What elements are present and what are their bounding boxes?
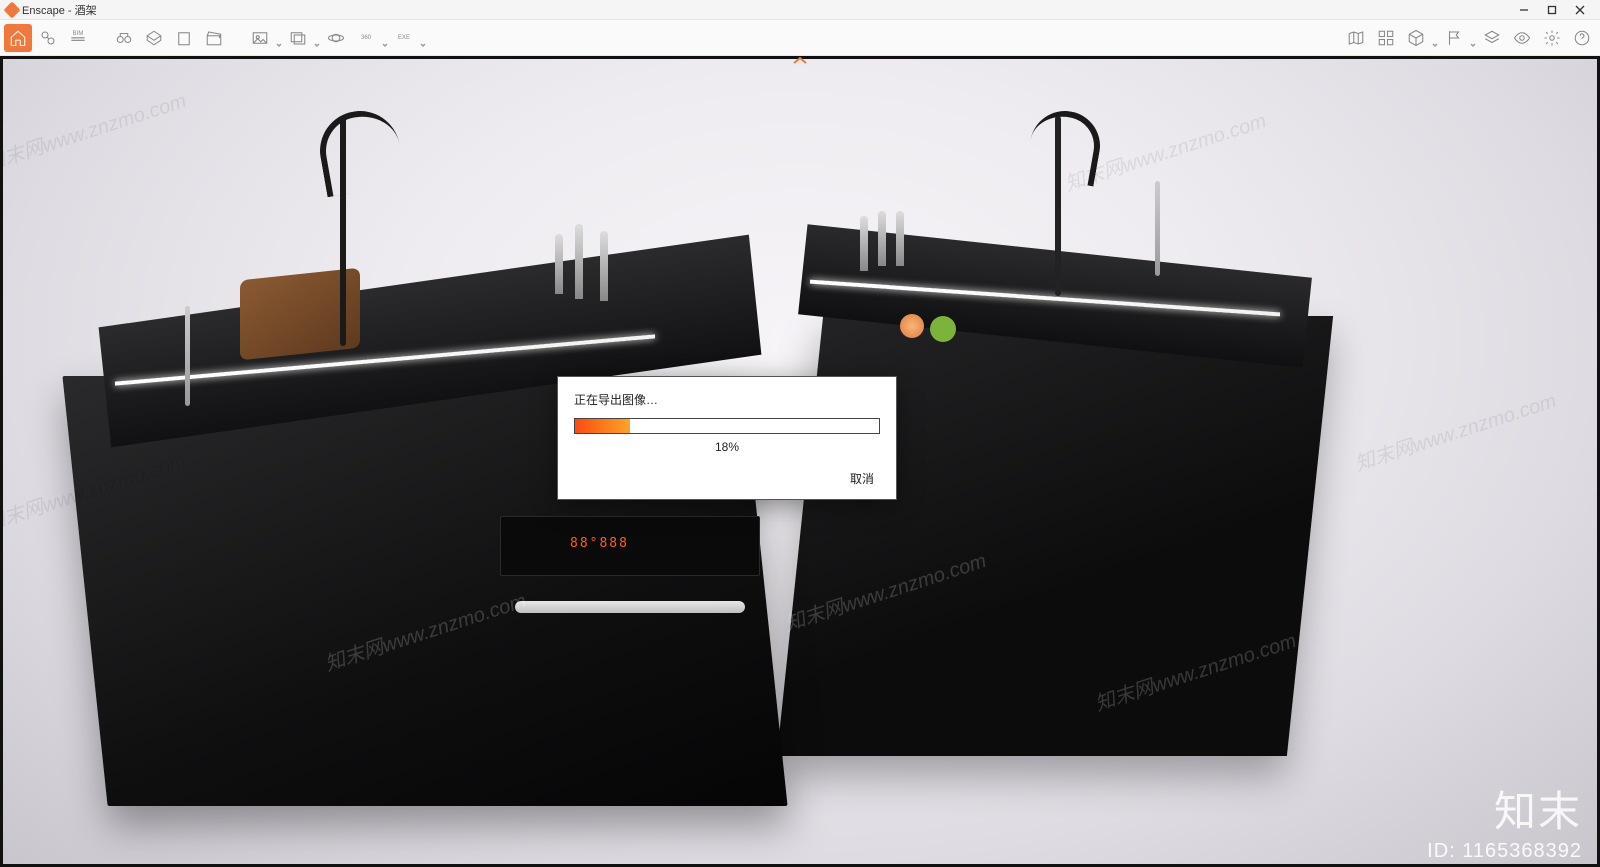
app-logo-icon: [4, 1, 21, 18]
fruit-icon: [930, 316, 956, 342]
expand-toolbar-chevron-icon[interactable]: [791, 56, 809, 72]
title-sep: -: [65, 5, 75, 17]
app-name: Enscape: [22, 5, 65, 17]
export-batch-icon[interactable]: [284, 24, 312, 52]
progress-fill: [575, 419, 630, 433]
dialog-title: 正在导出图像…: [574, 391, 880, 408]
layers-icon[interactable]: [1478, 24, 1506, 52]
flag-icon[interactable]: [1440, 24, 1468, 52]
appliance-panel: [500, 516, 760, 576]
fruit-icon: [900, 314, 924, 338]
chevron-down-icon[interactable]: [382, 35, 388, 41]
titlebar: Enscape - 酒架: [0, 0, 1600, 20]
minimize-button[interactable]: [1510, 1, 1538, 19]
toolbar: BIM 360 EXE: [0, 20, 1600, 56]
knife-icon: [555, 234, 563, 294]
knife-icon: [878, 211, 886, 266]
link-icon[interactable]: [34, 24, 62, 52]
maximize-button[interactable]: [1538, 1, 1566, 19]
small-faucet: [185, 306, 190, 406]
chevron-down-icon[interactable]: [1470, 35, 1476, 41]
window-title: Enscape - 酒架: [22, 2, 97, 18]
cancel-button[interactable]: 取消: [844, 468, 880, 489]
binoculars-icon[interactable]: [110, 24, 138, 52]
small-faucet: [1155, 181, 1160, 276]
knife-icon: [860, 216, 868, 271]
pano-360-icon[interactable]: 360: [352, 24, 380, 52]
perspective-icon[interactable]: [140, 24, 168, 52]
export-progress-dialog: 正在导出图像… 18% 取消: [557, 376, 897, 500]
home-icon[interactable]: [4, 24, 32, 52]
gear-icon[interactable]: [1538, 24, 1566, 52]
progress-percent: 18%: [574, 440, 880, 454]
knife-icon: [896, 211, 904, 266]
appliance-handle: [515, 601, 745, 613]
map-icon[interactable]: [1342, 24, 1370, 52]
chevron-down-icon[interactable]: [420, 35, 426, 41]
bim-icon[interactable]: BIM: [64, 24, 92, 52]
eye-icon[interactable]: [1508, 24, 1536, 52]
export-image-icon[interactable]: [246, 24, 274, 52]
building-icon[interactable]: [170, 24, 198, 52]
knife-icon: [575, 224, 583, 299]
clapper-icon[interactable]: [200, 24, 228, 52]
progress-bar: [574, 418, 880, 434]
knife-icon: [600, 231, 608, 301]
render-viewport[interactable]: 88°888 知末网www.znzmo.com 知末网www.znzmo.com…: [0, 56, 1600, 867]
watermark-id: ID: 1165368392: [1427, 840, 1582, 863]
help-icon[interactable]: [1568, 24, 1596, 52]
document-name: 酒架: [75, 5, 97, 17]
chevron-down-icon[interactable]: [276, 35, 282, 41]
close-button[interactable]: [1566, 1, 1594, 19]
watermark-brand: 知末: [1494, 778, 1582, 839]
orbit-icon[interactable]: [322, 24, 350, 52]
digital-display: 88°888: [570, 536, 629, 551]
assets-icon[interactable]: [1372, 24, 1400, 52]
chevron-down-icon[interactable]: [1432, 35, 1438, 41]
chevron-down-icon[interactable]: [314, 35, 320, 41]
cube-icon[interactable]: [1402, 24, 1430, 52]
exe-export-icon[interactable]: EXE: [390, 24, 418, 52]
